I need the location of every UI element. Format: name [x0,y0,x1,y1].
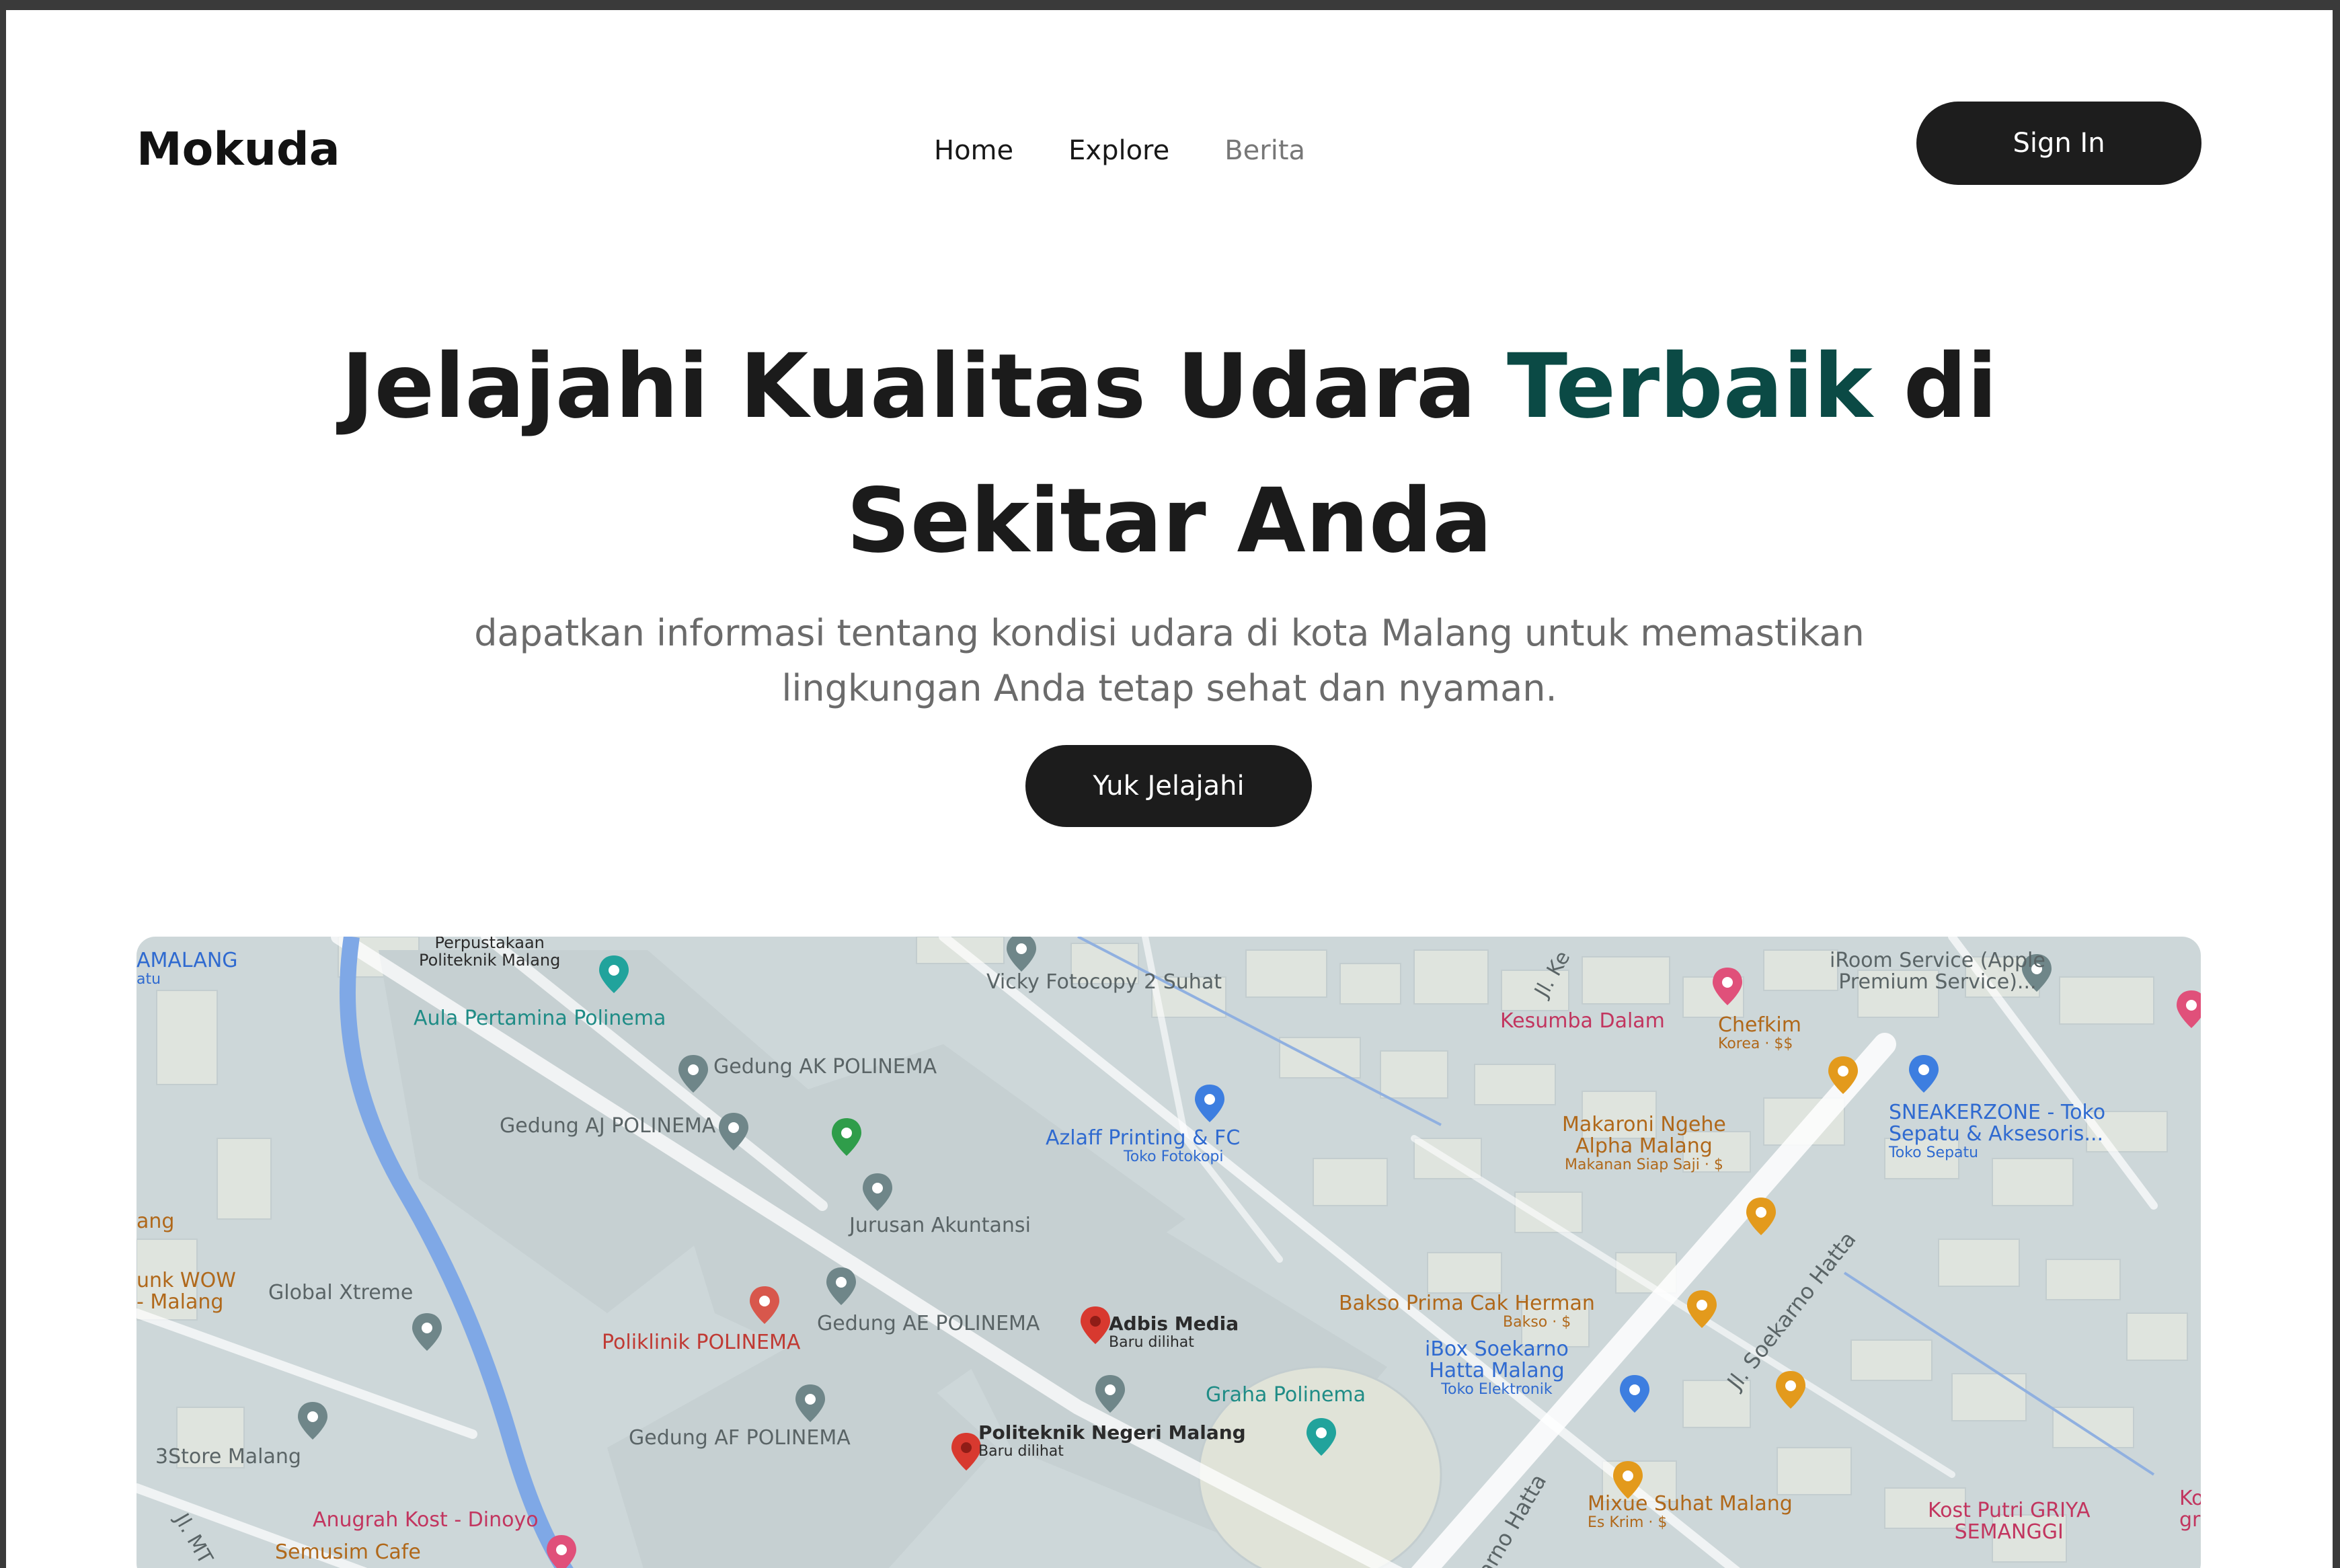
map-label-gedung-ae[interactable]: Gedung AE POLINEMA [817,1313,1040,1335]
map-label-sneakerzone[interactable]: SNEAKERZONE - Toko Sepatu & Aksesoris... T… [1889,1102,2105,1161]
nav-berita[interactable]: Berita [1224,135,1305,166]
hospital-pin-icon[interactable] [750,1286,779,1324]
education-pin-icon[interactable] [795,1384,825,1422]
air-quality-map[interactable]: Perpustakaan Politeknik Malang AMALANG atu… [136,937,2201,1568]
map-label-gedung-ak[interactable]: Gedung AK POLINEMA [713,1056,937,1078]
hero-title: Jelajahi Kualitas Udara Terbaik di Sekit… [6,319,2333,588]
location-pin-icon[interactable] [1081,1306,1110,1344]
park-pin-icon[interactable] [832,1118,861,1156]
hero-title-part2: di [1872,335,1998,438]
sign-in-button[interactable]: Sign In [1916,102,2201,185]
hero-title-line2: Sekitar Anda [846,469,1493,573]
education-pin-icon[interactable] [719,1113,748,1150]
education-pin-icon[interactable] [863,1173,892,1211]
map-label-global-xtreme[interactable]: Global Xtreme [268,1282,413,1304]
browser-page: Mokuda Home Explore Berita Sign In Jelaj… [6,10,2333,1568]
pin-icon[interactable] [298,1402,327,1440]
shop-pin-icon[interactable] [1620,1375,1649,1413]
shop-pin-icon[interactable] [1909,1055,1939,1093]
map-label-semusim[interactable]: Semusim Cafe [275,1542,421,1563]
map-label-aula[interactable]: Aula Pertamina Polinema [414,1008,666,1029]
map-label-gedung-af[interactable]: Gedung AF POLINEMA [629,1427,851,1449]
map-label-ang: ang [136,1210,175,1233]
pin-icon[interactable] [1007,937,1036,972]
map-label-iroom[interactable]: iRoom Service (Apple Premium Service)... [1830,950,2045,993]
lodging-pin-icon[interactable] [1713,968,1742,1005]
map-label-jurusan[interactable]: Jurusan Akuntansi [849,1215,1031,1237]
restaurant-pin-icon[interactable] [1828,1056,1858,1094]
map-label-kost-griya[interactable]: Kost Putri GRIYA SEMANGGI [1928,1500,2090,1543]
map-base [136,937,2188,1568]
hero-subtitle: dapatkan informasi tentang kondisi udara… [423,606,1916,716]
map-label-graha[interactable]: Graha Polinema [1206,1384,1366,1406]
location-pin-icon[interactable] [951,1433,981,1471]
map-label-amalang[interactable]: AMALANG atu [136,950,238,988]
education-pin-icon[interactable] [678,1055,708,1093]
explore-cta-button[interactable]: Yuk Jelajahi [1025,745,1312,827]
education-pin-icon[interactable] [826,1267,856,1305]
map-label-vicky[interactable]: Vicky Fotocopy 2 Suhat [986,972,1222,993]
music-pin-icon[interactable] [599,955,629,993]
map-label-politeknik[interactable]: Politeknik Negeri Malang Baru dilihat [978,1422,1246,1460]
stadium-pin-icon[interactable] [1306,1418,1336,1456]
map-label-azlaff[interactable]: Azlaff Printing & FC Toko Fotokopi [1046,1128,1240,1165]
lodging-pin-icon[interactable] [547,1535,576,1568]
map-label-adbis[interactable]: Adbis Media Baru dilihat [1109,1313,1239,1351]
lodging-pin-icon[interactable] [2177,990,2201,1028]
map-label-gedung-aj[interactable]: Gedung AJ POLINEMA [500,1115,715,1137]
restaurant-pin-icon[interactable] [1687,1290,1717,1328]
main-nav: Home Explore Berita [934,135,1305,166]
map-label-anugrah[interactable]: Anugrah Kost - Dinoyo [313,1510,539,1531]
education-pin-icon[interactable] [1095,1375,1125,1413]
pin-icon[interactable] [412,1313,442,1351]
hero-subtitle-line1: dapatkan informasi tentang kondisi udara… [474,612,1865,654]
map-label-poliklinik[interactable]: Poliklinik POLINEMA [602,1332,800,1354]
hero-subtitle-line2: lingkungan Anda tetap sehat dan nyaman. [781,667,1557,709]
map-label-perpustakaan[interactable]: Perpustakaan Politeknik Malang [419,937,560,969]
map-label-unk-wow[interactable]: unk WOW - Malang [136,1270,236,1313]
map-label-makaroni[interactable]: Makaroni Ngehe Alpha Malang Makanan Siap S… [1562,1114,1726,1173]
map-label-mixue[interactable]: Mixue Suhat Malang Es Krim · $ [1588,1493,1793,1531]
map-label-bakso[interactable]: Bakso Prima Cak Herman Bakso · $ [1339,1293,1595,1331]
map-label-ibox[interactable]: iBox Soekarno Hatta Malang Toko Elektronik [1425,1339,1569,1398]
map-label-ko: Ko gr [2179,1487,2201,1532]
restaurant-pin-icon[interactable] [1746,1198,1776,1235]
restaurant-pin-icon[interactable] [1776,1371,1805,1409]
nav-explore[interactable]: Explore [1068,135,1169,166]
map-label-chefkim[interactable]: Chefkim Korea · $$ [1718,1015,1801,1052]
map-label-3store[interactable]: 3Store Malang [155,1446,301,1468]
nav-home[interactable]: Home [934,135,1013,166]
map-label-kesumba[interactable]: Kesumba Dalam [1500,1011,1665,1032]
brand-logo[interactable]: Mokuda [136,123,340,176]
shop-pin-icon[interactable] [1195,1085,1224,1122]
hero-title-part1: Jelajahi Kualitas Udara [341,335,1508,438]
hero-title-accent: Terbaik [1507,335,1873,438]
